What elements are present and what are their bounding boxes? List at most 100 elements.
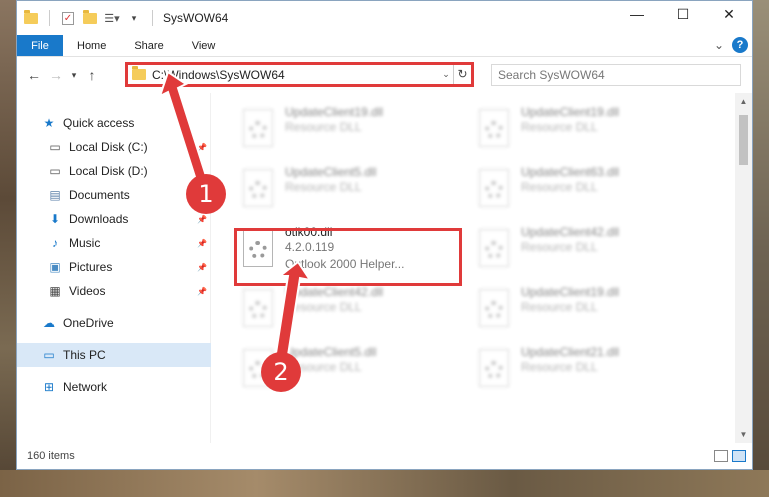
minimize-button[interactable]: — bbox=[614, 1, 660, 27]
pin-icon: 📌 bbox=[197, 214, 207, 224]
file-name: UpdateClient19.dll bbox=[285, 105, 384, 119]
file-tile[interactable]: UpdateClient21.dll Resource DLL bbox=[473, 345, 703, 397]
dll-file-icon bbox=[473, 345, 515, 387]
file-name: UpdateClient21.dll bbox=[521, 345, 620, 359]
file-tile[interactable]: UpdateClient19.dll Resource DLL bbox=[237, 105, 467, 157]
file-type: Resource DLL bbox=[521, 180, 598, 194]
refresh-icon[interactable]: ↻ bbox=[453, 65, 471, 84]
pictures-icon: ▣ bbox=[49, 260, 61, 274]
downloads-icon: ⬇ bbox=[49, 212, 61, 226]
nav-item-quick-access[interactable]: ★ Quick access bbox=[17, 111, 211, 135]
file-type: Resource DLL bbox=[285, 120, 362, 134]
nav-item-label: Videos bbox=[69, 284, 106, 298]
dll-file-icon bbox=[473, 285, 515, 327]
file-name: UpdateClient42.dll bbox=[285, 285, 384, 299]
cloud-icon: ☁ bbox=[43, 316, 55, 330]
desktop-background-bottom bbox=[0, 470, 769, 497]
close-button[interactable]: ✕ bbox=[706, 1, 752, 27]
pin-icon: 📌 bbox=[197, 262, 207, 272]
scrollbar-thumb[interactable] bbox=[739, 115, 748, 165]
navigation-pane: ★ Quick access ▭ Local Disk (C:) 📌 ▭ Local Dis… bbox=[17, 93, 211, 443]
scroll-up-icon[interactable]: ▲ bbox=[735, 97, 752, 106]
search-input[interactable]: Search SysWOW64 bbox=[491, 64, 741, 86]
nav-item-music[interactable]: ♪ Music 📌 bbox=[17, 231, 211, 255]
quick-access-toolbar: ✓ ☰▾ ▾ SysWOW64 bbox=[17, 9, 229, 26]
window-controls: — ☐ ✕ bbox=[614, 1, 752, 27]
new-folder-icon[interactable] bbox=[82, 9, 98, 26]
folder-icon bbox=[132, 66, 146, 80]
address-bar[interactable]: C:\Windows\SysWOW64 ⌄ ↻ bbox=[125, 62, 474, 87]
step-badge-2: 2 bbox=[261, 352, 301, 392]
file-type: Resource DLL bbox=[521, 120, 598, 134]
nav-item-documents[interactable]: ▤Documents📌 bbox=[17, 183, 211, 207]
file-tile[interactable]: UpdateClient63.dll Resource DLL bbox=[473, 165, 703, 217]
nav-item-downloads[interactable]: ⬇ Downloads 📌 bbox=[17, 207, 211, 231]
tiles-view-icon[interactable] bbox=[732, 450, 746, 462]
toolbar-dropdown-icon[interactable]: ▾ bbox=[126, 10, 142, 26]
file-tile[interactable]: UpdateClient19.dll Resource DLL bbox=[473, 105, 703, 157]
drive-icon: ▭ bbox=[49, 164, 61, 178]
file-name: UpdateClient19.dll bbox=[521, 105, 620, 119]
nav-item-onedrive[interactable]: ☁ OneDrive bbox=[17, 311, 211, 335]
up-button[interactable]: ↑ bbox=[81, 67, 103, 83]
highlight-box-file bbox=[234, 228, 462, 286]
folder-icon[interactable] bbox=[23, 9, 39, 26]
nav-item-label: This PC bbox=[63, 348, 106, 362]
separator bbox=[49, 10, 50, 26]
address-row: ← → ▾ ↑ C:\Windows\SysWOW64 ⌄ ↻ Search S… bbox=[17, 57, 752, 93]
help-icon[interactable]: ? bbox=[732, 37, 748, 53]
nav-item-local-disk-c[interactable]: ▭ Local Disk (C:) 📌 bbox=[17, 135, 211, 159]
maximize-button[interactable]: ☐ bbox=[660, 1, 706, 27]
address-path[interactable]: C:\Windows\SysWOW64 bbox=[152, 68, 439, 82]
address-dropdown-icon[interactable]: ⌄ bbox=[439, 69, 453, 80]
nav-item-label: Quick access bbox=[63, 116, 135, 130]
file-type: Resource DLL bbox=[521, 300, 598, 314]
back-button[interactable]: ← bbox=[23, 67, 45, 83]
documents-icon: ▤ bbox=[49, 188, 61, 202]
expand-ribbon-icon[interactable]: ⌄ bbox=[714, 38, 724, 52]
recent-locations-icon[interactable]: ▾ bbox=[67, 70, 81, 81]
pin-icon: 📌 bbox=[197, 238, 207, 248]
vertical-scrollbar[interactable]: ▲ ▼ bbox=[735, 93, 752, 443]
nav-item-videos[interactable]: ▦ Videos 📌 bbox=[17, 279, 211, 303]
file-type: Resource DLL bbox=[285, 300, 362, 314]
dll-file-icon bbox=[237, 285, 279, 327]
desktop-background-right bbox=[753, 0, 769, 497]
videos-icon: ▦ bbox=[49, 284, 61, 298]
window-title: SysWOW64 bbox=[163, 11, 229, 25]
title-bar: ✓ ☰▾ ▾ SysWOW64 — ☐ ✕ bbox=[17, 1, 752, 35]
file-name: UpdateClient5.dll bbox=[285, 165, 377, 179]
file-tile[interactable]: UpdateClient42.dll Resource DLL bbox=[473, 225, 703, 277]
ribbon-tabs: File Home Share View ⌄ ? bbox=[17, 35, 752, 57]
file-tile[interactable]: UpdateClient42.dll Resource DLL bbox=[237, 285, 467, 337]
customize-toolbar-icon[interactable]: ☰▾ bbox=[104, 10, 120, 26]
dll-file-icon bbox=[237, 165, 279, 207]
nav-item-label: Downloads bbox=[69, 212, 129, 226]
nav-item-pictures[interactable]: ▣ Pictures 📌 bbox=[17, 255, 211, 279]
scroll-down-icon[interactable]: ▼ bbox=[735, 430, 752, 439]
file-tile[interactable]: UpdateClient5.dll Resource DLL bbox=[237, 165, 467, 217]
separator bbox=[152, 10, 153, 26]
file-type: Resource DLL bbox=[521, 240, 598, 254]
file-tile[interactable]: UpdateClient19.dll Resource DLL bbox=[473, 285, 703, 337]
tab-file[interactable]: File bbox=[17, 35, 63, 56]
tab-share[interactable]: Share bbox=[120, 35, 177, 56]
nav-item-network[interactable]: ⊞ Network bbox=[17, 375, 211, 399]
properties-icon[interactable]: ✓ bbox=[60, 10, 76, 26]
nav-item-label: OneDrive bbox=[63, 316, 114, 330]
nav-item-this-pc[interactable]: ▭ This PC bbox=[17, 343, 211, 367]
nav-item-label: Pictures bbox=[69, 260, 113, 274]
forward-button[interactable]: → bbox=[45, 67, 67, 83]
item-count: 160 items bbox=[27, 450, 75, 462]
music-icon: ♪ bbox=[52, 236, 58, 250]
status-bar: 160 items bbox=[17, 443, 752, 469]
nav-item-label: Local Disk (D:) bbox=[69, 164, 148, 178]
details-view-icon[interactable] bbox=[714, 450, 728, 462]
computer-icon: ▭ bbox=[43, 348, 55, 362]
nav-item-local-disk-d[interactable]: ▭ Local Disk (D:) bbox=[17, 159, 211, 183]
tab-home[interactable]: Home bbox=[63, 35, 120, 56]
nav-item-label: Local Disk (C:) bbox=[69, 140, 148, 154]
tab-view[interactable]: View bbox=[178, 35, 230, 56]
file-type: Resource DLL bbox=[521, 360, 598, 374]
pin-icon: 📌 bbox=[197, 286, 207, 296]
